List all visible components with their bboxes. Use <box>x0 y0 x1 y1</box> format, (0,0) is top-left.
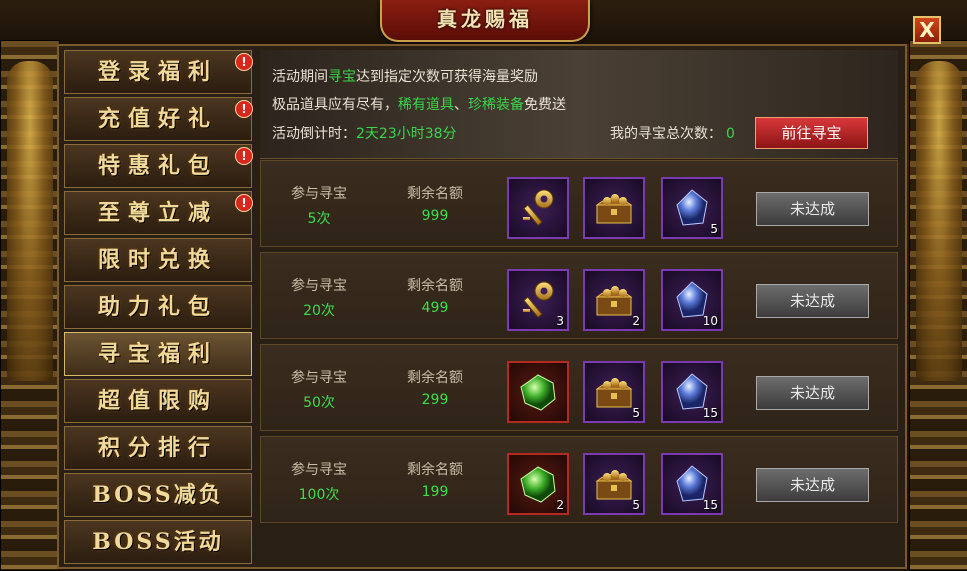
alert-badge: ! <box>235 53 253 71</box>
times-caption: 参与寻宝 <box>291 186 347 202</box>
reward-slot[interactable]: 10 <box>661 269 723 331</box>
sidebar-item-label: BOSS活动 <box>92 529 224 555</box>
reward-slot[interactable] <box>583 177 645 239</box>
sidebar-item-label: 寻宝福利 <box>97 341 218 367</box>
left-statue <box>7 61 53 381</box>
countdown-value: 2天23小时38分 <box>356 126 457 142</box>
times-value: 50次 <box>303 395 335 411</box>
sidebar-item-boss-event[interactable]: BOSS活动 <box>64 520 252 564</box>
right-statue <box>916 61 962 381</box>
reward-list: 参与寻宝 5次 剩余名额 999 5 未达成 参与寻宝 20次 剩余名额 499 3 <box>260 160 898 569</box>
sidebar-item-label: 特惠礼包 <box>97 153 218 179</box>
sidebar-item-limited-exchange[interactable]: 限时兑换 <box>64 238 252 282</box>
alert-badge: ! <box>235 100 253 118</box>
right-dragon-pillar <box>909 40 967 571</box>
go-treasure-button[interactable]: 前往寻宝 <box>755 117 868 149</box>
remain-caption: 剩余名额 <box>407 186 463 202</box>
remain-caption: 剩余名额 <box>407 370 463 386</box>
text: 、 <box>454 97 468 113</box>
reward-slot[interactable] <box>507 361 569 423</box>
sidebar-item-label: 限时兑换 <box>97 247 218 273</box>
alert-badge: ! <box>235 147 253 165</box>
remain-value: 199 <box>421 484 449 500</box>
sidebar-item-label: 至尊立减 <box>97 200 218 226</box>
total-value: 0 <box>726 126 735 142</box>
sidebar-item-label: 登录福利 <box>97 59 218 85</box>
banner-line-1: 活动期间寻宝达到指定次数可获得海量奖励 <box>272 66 538 86</box>
reward-row: 参与寻宝 100次 剩余名额 199 2 5 15 未达成 <box>260 436 898 523</box>
sidebar: 登录福利! 充值好礼! 特惠礼包! 至尊立减! 限时兑换 助力礼包 寻宝福利 超… <box>64 50 254 569</box>
remain-value: 499 <box>421 300 449 316</box>
claim-button-disabled[interactable]: 未达成 <box>756 468 869 502</box>
reward-count: 2 <box>556 498 564 512</box>
sidebar-item-special-pack[interactable]: 特惠礼包! <box>64 144 253 188</box>
banner-line-2: 极品道具应有尽有，稀有道具、珍稀装备免费送 <box>272 94 566 114</box>
reward-slot[interactable]: 2 <box>507 453 569 515</box>
reward-count: 15 <box>702 498 718 512</box>
remain-value: 299 <box>421 392 449 408</box>
remain-caption: 剩余名额 <box>407 462 463 478</box>
sidebar-item-login-welfare[interactable]: 登录福利! <box>64 50 253 94</box>
remain-caption: 剩余名额 <box>407 278 463 294</box>
text: 极品道具应有尽有， <box>272 97 398 113</box>
sidebar-item-supreme-discount[interactable]: 至尊立减! <box>64 191 253 235</box>
remain-value: 999 <box>421 208 449 224</box>
times-caption: 参与寻宝 <box>291 278 347 294</box>
game-window: 真龙赐福 X 登录福利! 充值好礼! 特惠礼包! 至尊立减! 限时兑换 助力礼包… <box>0 0 967 571</box>
reward-count: 10 <box>702 314 718 328</box>
reward-slot[interactable] <box>507 177 569 239</box>
times-caption: 参与寻宝 <box>291 462 347 478</box>
reward-count: 3 <box>556 314 564 328</box>
total-count: 我的寻宝总次数： 0 <box>610 123 735 143</box>
sidebar-item-boost-pack[interactable]: 助力礼包 <box>64 285 252 329</box>
sidebar-item-label: BOSS减负 <box>92 482 224 508</box>
text: 免费送 <box>524 97 566 113</box>
reward-count: 5 <box>710 222 718 236</box>
reward-count: 15 <box>702 406 718 420</box>
claim-button-disabled[interactable]: 未达成 <box>756 284 869 318</box>
reward-count: 5 <box>632 498 640 512</box>
reward-slot[interactable]: 15 <box>661 361 723 423</box>
reward-slot[interactable]: 15 <box>661 453 723 515</box>
close-button[interactable]: X <box>913 16 941 44</box>
reward-slot[interactable]: 3 <box>507 269 569 331</box>
sidebar-item-boss-reduce[interactable]: BOSS减负 <box>64 473 252 517</box>
sidebar-item-label: 充值好礼 <box>97 106 218 132</box>
countdown: 活动倒计时：2天23小时38分 <box>272 123 457 143</box>
text: 达到指定次数可获得海量奖励 <box>356 69 538 85</box>
alert-badge: ! <box>235 194 253 212</box>
highlight-text: 珍稀装备 <box>468 97 524 113</box>
sidebar-item-recharge-gift[interactable]: 充值好礼! <box>64 97 253 141</box>
reward-row: 参与寻宝 5次 剩余名额 999 5 未达成 <box>260 160 898 247</box>
text: 活动期间 <box>272 69 328 85</box>
times-value: 20次 <box>303 303 335 319</box>
reward-slot[interactable]: 5 <box>583 453 645 515</box>
sidebar-item-value-limited[interactable]: 超值限购 <box>64 379 252 423</box>
times-value: 5次 <box>307 211 331 227</box>
reward-slot[interactable]: 2 <box>583 269 645 331</box>
reward-slot[interactable]: 5 <box>583 361 645 423</box>
sidebar-item-label: 积分排行 <box>97 435 218 461</box>
sidebar-item-points-ranking[interactable]: 积分排行 <box>64 426 252 470</box>
sidebar-item-treasure-welfare[interactable]: 寻宝福利 <box>64 332 252 376</box>
times-caption: 参与寻宝 <box>291 370 347 386</box>
reward-count: 2 <box>632 314 640 328</box>
countdown-label: 活动倒计时： <box>272 126 356 142</box>
reward-row: 参与寻宝 20次 剩余名额 499 3 2 10 未达成 <box>260 252 898 339</box>
highlight-text: 稀有道具 <box>398 97 454 113</box>
sidebar-item-label: 助力礼包 <box>97 294 218 320</box>
window-title: 真龙赐福 <box>437 7 533 31</box>
claim-button-disabled[interactable]: 未达成 <box>756 192 869 226</box>
claim-button-disabled[interactable]: 未达成 <box>756 376 869 410</box>
sidebar-item-label: 超值限购 <box>97 388 218 414</box>
total-label: 我的寻宝总次数： <box>610 126 722 142</box>
left-dragon-pillar <box>0 40 60 571</box>
reward-count: 5 <box>632 406 640 420</box>
highlight-text: 寻宝 <box>328 69 356 85</box>
title-plate: 真龙赐福 <box>380 0 590 42</box>
reward-row: 参与寻宝 50次 剩余名额 299 5 15 未达成 <box>260 344 898 431</box>
reward-slot[interactable]: 5 <box>661 177 723 239</box>
times-value: 100次 <box>298 487 340 503</box>
